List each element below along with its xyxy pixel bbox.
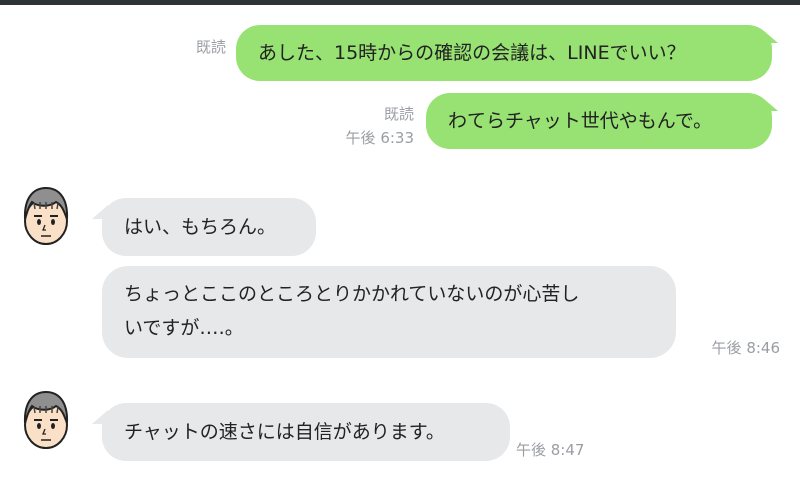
incoming-message[interactable]: チャットの速さには自信があります。 [102,403,510,461]
message-time: 午後 8:46 [711,339,780,357]
bubble-tail [764,31,778,43]
message-time: 午後 6:33 [345,129,414,147]
message-text: あした、15時からの確認の会議は、LINEでいい？ [258,42,686,64]
bubble-tail [764,99,778,111]
outgoing-message[interactable]: あした、15時からの確認の会議は、LINEでいい？ [236,25,772,81]
chat-view[interactable]: 既読 あした、15時からの確認の会議は、LINEでいい？ 既読 午後 6:33 … [0,5,800,495]
message-text-line: いですが‥‥。 [124,317,244,339]
message-text-line: ちょっとここのところとりかかれていないのが心苦し [124,283,580,305]
message-time: 午後 8:47 [516,441,585,459]
incoming-message[interactable]: はい、もちろん。 [102,198,316,256]
message-text: はい、もちろん。 [124,216,277,238]
read-receipt: 既読 [195,38,226,56]
message-text: チャットの速さには自信があります。 [124,421,445,443]
message-text: わてらチャット世代やもんで。 [448,110,713,132]
incoming-message[interactable]: ちょっとここのところとりかかれていないのが心苦し いですが‥‥。 [102,266,676,358]
avatar-man-icon[interactable] [18,185,74,247]
read-receipt: 既読 [383,105,414,123]
outgoing-message[interactable]: わてらチャット世代やもんで。 [426,93,772,149]
avatar-man-icon[interactable] [18,389,74,451]
